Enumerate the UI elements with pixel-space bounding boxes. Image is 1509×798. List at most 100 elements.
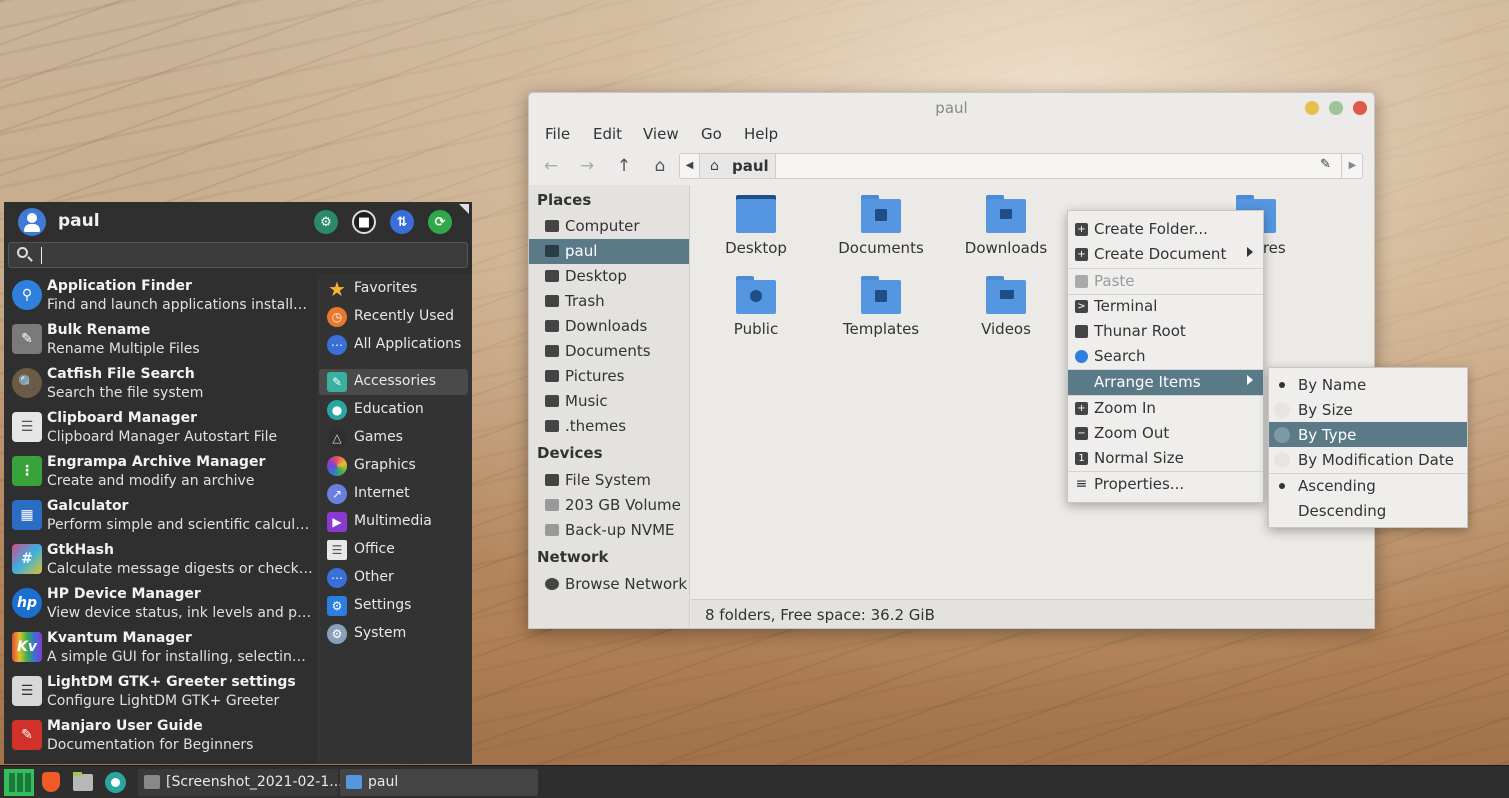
settings-manager-icon[interactable]: ⚙ [314, 210, 338, 234]
ctx-normal-size[interactable]: 1 Normal Size [1068, 446, 1263, 471]
sidebar-item-file-system[interactable]: File System [529, 468, 689, 493]
calculator-icon: ▦ [12, 500, 42, 530]
settings-icon: ☰ [12, 676, 42, 706]
sidebar-item-browse-network[interactable]: Browse Network [529, 572, 689, 597]
documents-folder-icon [861, 195, 901, 233]
brave-browser-icon[interactable] [40, 769, 62, 796]
category-education[interactable]: ● Education [319, 397, 468, 423]
clipboard-icon: ☰ [12, 412, 42, 442]
menu-help[interactable]: Help [744, 125, 778, 143]
app-item-engrampa[interactable]: ⋮ Engrampa Archive Manager Create and mo… [8, 450, 314, 494]
folder-desktop[interactable]: Desktop [701, 191, 811, 265]
search-icon [1075, 350, 1088, 363]
ctx-terminal[interactable]: > Terminal [1068, 294, 1263, 319]
category-other[interactable]: ⋯ Other [319, 565, 468, 591]
task-screenshot[interactable]: [Screenshot_2021-02-1... [138, 769, 343, 796]
arrange-descending[interactable]: Descending [1269, 498, 1467, 523]
home-icon[interactable]: ⌂ [648, 155, 672, 177]
category-internet[interactable]: ↗ Internet [319, 481, 468, 507]
app-item-galculator[interactable]: ▦ Galculator Perform simple and scientif… [8, 494, 314, 538]
task-thunar[interactable]: paul [340, 769, 538, 796]
logout-icon[interactable]: ⟳ [428, 210, 452, 234]
app-item-gtkhash[interactable]: # GtkHash Calculate message digests or c… [8, 538, 314, 582]
arrange-by-type[interactable]: By Type [1269, 422, 1467, 447]
folder-videos[interactable]: Videos [951, 272, 1061, 346]
sidebar-item-pictures[interactable]: Pictures [529, 364, 689, 389]
folder-downloads[interactable]: Downloads [951, 191, 1061, 265]
ctx-search[interactable]: Search [1068, 344, 1263, 369]
category-settings[interactable]: ⚙ Settings [319, 593, 468, 619]
sidebar-item-themes[interactable]: .themes [529, 414, 689, 439]
app-item-kvantum[interactable]: Kv Kvantum Manager A simple GUI for inst… [8, 626, 314, 670]
folder-public[interactable]: Public [701, 272, 811, 346]
ctx-zoom-in[interactable]: + Zoom In [1068, 396, 1263, 421]
ctx-properties[interactable]: ≡ Properties... [1068, 472, 1263, 497]
ctx-arrange-items[interactable]: Arrange Items [1068, 370, 1263, 395]
path-scroll-left-icon[interactable]: ◀ [680, 154, 700, 178]
file-manager-icon[interactable] [72, 769, 94, 796]
app-item-lightdm-settings[interactable]: ☰ LightDM GTK+ Greeter settings Configur… [8, 670, 314, 714]
sidebar-item-downloads[interactable]: Downloads [529, 314, 689, 339]
sidebar-item-backup-nvme[interactable]: Back-up NVME [529, 518, 689, 543]
menu-file[interactable]: File [545, 125, 570, 143]
app-item-clipboard-manager[interactable]: ☰ Clipboard Manager Clipboard Manager Au… [8, 406, 314, 450]
sidebar-item-computer[interactable]: Computer [529, 214, 689, 239]
sidebar-item-documents[interactable]: Documents [529, 339, 689, 364]
trash-icon [545, 295, 559, 307]
sidebar-item-paul[interactable]: paul [529, 239, 689, 264]
forward-arrow-icon[interactable]: → [575, 155, 599, 177]
system-icon: ⚙ [327, 624, 347, 644]
category-system[interactable]: ⚙ System [319, 621, 468, 647]
app-item-application-finder[interactable]: ⚲ Application Finder Find and launch app… [8, 274, 314, 318]
sidebar-item-music[interactable]: Music [529, 389, 689, 414]
graphics-icon [327, 456, 347, 476]
app-item-hp-device-manager[interactable]: hp HP Device Manager View device status,… [8, 582, 314, 626]
close-button[interactable] [1353, 101, 1367, 115]
arrange-by-modification-date[interactable]: By Modification Date [1269, 447, 1467, 472]
breadcrumb-home[interactable]: ⌂ paul [700, 154, 776, 178]
category-accessories[interactable]: ✎ Accessories [319, 369, 468, 395]
back-arrow-icon[interactable]: ← [539, 155, 563, 177]
screenshot-icon[interactable] [104, 769, 126, 796]
sidebar-item-desktop[interactable]: Desktop [529, 264, 689, 289]
minimize-button[interactable] [1305, 101, 1319, 115]
ctx-zoom-out[interactable]: − Zoom Out [1068, 421, 1263, 446]
ctx-thunar-root[interactable]: Thunar Root [1068, 319, 1263, 344]
category-recently-used[interactable]: ◷ Recently Used [319, 304, 468, 330]
ctx-create-document[interactable]: + Create Document [1068, 242, 1263, 267]
menu-search-input[interactable] [8, 242, 468, 268]
templates-folder-icon [861, 276, 901, 314]
manjaro-menu-icon[interactable] [4, 769, 34, 796]
menu-view[interactable]: View [643, 125, 679, 143]
app-item-manjaro-guide[interactable]: ✎ Manjaro User Guide Documentation for B… [8, 714, 314, 758]
folder-templates[interactable]: Templates [826, 272, 936, 346]
category-multimedia[interactable]: ▶ Multimedia [319, 509, 468, 535]
lock-screen-icon[interactable]: ■ [352, 210, 376, 234]
arrange-ascending[interactable]: Ascending [1269, 473, 1467, 498]
text-cursor [41, 247, 42, 264]
arrange-by-name[interactable]: By Name [1269, 372, 1467, 397]
category-games[interactable]: △ Games [319, 425, 468, 451]
app-item-catfish[interactable]: 🔍 Catfish File Search Search the file sy… [8, 362, 314, 406]
ctx-create-folder[interactable]: + Create Folder... [1068, 217, 1263, 242]
bottom-panel: [Screenshot_2021-02-1... paul [0, 765, 1509, 798]
up-arrow-icon[interactable]: ↑ [612, 155, 636, 177]
edit-location-icon[interactable]: ✎ [1320, 157, 1338, 175]
sidebar-item-trash[interactable]: Trash [529, 289, 689, 314]
folder-documents[interactable]: Documents [826, 191, 936, 265]
menu-edit[interactable]: Edit [593, 125, 622, 143]
app-item-bulk-rename[interactable]: ✎ Bulk Rename Rename Multiple Files [8, 318, 314, 362]
category-graphics[interactable]: Graphics [319, 453, 468, 479]
places-header: Places [537, 191, 592, 209]
radio-unchecked-icon [1274, 427, 1290, 443]
sidebar-item-203gb-volume[interactable]: 203 GB Volume [529, 493, 689, 518]
path-scroll-right-icon[interactable]: ▶ [1341, 154, 1363, 178]
resize-corner-icon[interactable] [459, 204, 469, 214]
arrange-by-size[interactable]: By Size [1269, 397, 1467, 422]
category-office[interactable]: ☰ Office [319, 537, 468, 563]
maximize-button[interactable] [1329, 101, 1343, 115]
category-favorites[interactable]: ★ Favorites [319, 276, 468, 302]
switch-user-icon[interactable]: ⇅ [390, 210, 414, 234]
category-all-applications[interactable]: ⋯ All Applications [319, 332, 468, 358]
menu-go[interactable]: Go [701, 125, 722, 143]
